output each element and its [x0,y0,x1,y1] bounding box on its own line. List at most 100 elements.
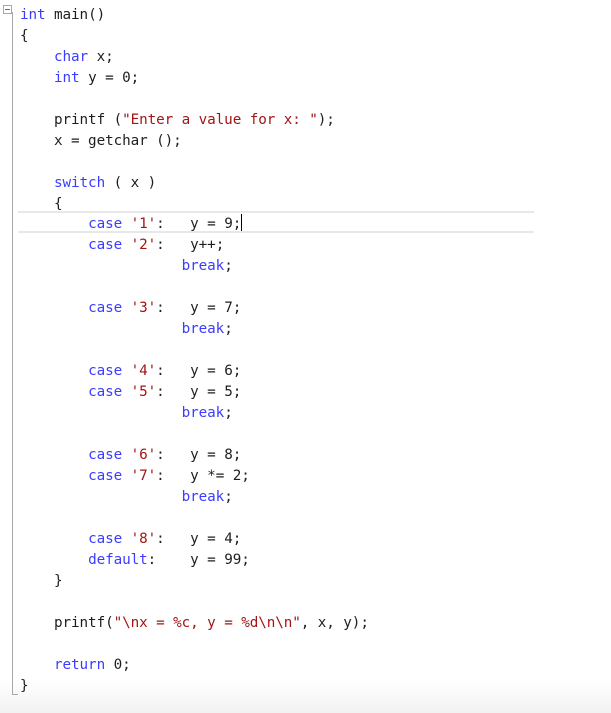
code-token: ; [224,489,233,505]
string-token: '7' [130,468,157,484]
code-token: ; [224,321,233,337]
code-line[interactable]: case '5': y = 5; [20,382,241,403]
code-line[interactable]: { [20,26,29,47]
code-line[interactable]: break; [20,403,233,424]
code-line[interactable]: break; [20,256,233,277]
keyword-token: case [88,384,123,400]
code-token: : y++; [156,237,225,253]
fold-guide-line [12,12,13,695]
code-line[interactable]: printf("\nx = %c, y = %d\n\n", x, y); [20,613,369,634]
code-line[interactable]: char x; [20,47,114,68]
string-token: '2' [130,237,157,253]
code-token: : y = 7; [156,300,242,316]
code-line[interactable]: case '7': y *= 2; [20,466,250,487]
code-token: : y = 9; [156,216,242,232]
code-editor[interactable]: int main(){ char x; int y = 0; printf ("… [0,0,611,713]
keyword-token: break [181,258,225,274]
code-line[interactable]: break; [20,319,233,340]
keyword-token: break [181,321,225,337]
code-token: 0; [105,657,131,673]
keyword-token: case [88,216,123,232]
code-token: x = getchar (); [20,133,182,149]
code-line[interactable]: case '2': y++; [20,235,224,256]
code-token: : y *= 2; [156,468,250,484]
code-token: : y = 8; [156,447,242,463]
keyword-token: switch [54,175,106,191]
string-token: '6' [130,447,157,463]
code-token: : y = 99; [147,552,250,568]
keyword-token: int [20,7,46,23]
code-token: main() [45,7,106,23]
string-token: '5' [130,384,157,400]
keyword-token: case [88,300,123,316]
code-line[interactable]: default: y = 99; [20,550,250,571]
code-line[interactable]: case '6': y = 8; [20,445,241,466]
code-token: x; [88,49,114,65]
text-caret [241,214,243,231]
code-token: y = 0; [79,70,140,86]
collapse-icon[interactable] [3,5,12,14]
keyword-token: case [88,363,123,379]
code-line[interactable]: case '4': y = 6; [20,361,241,382]
string-token: '1' [130,216,157,232]
code-line[interactable]: } [20,676,29,697]
code-line[interactable]: switch ( x ) [20,173,156,194]
keyword-token: int [54,70,80,86]
fold-guide-end [12,694,18,695]
code-line[interactable]: { [20,194,63,215]
code-token: { [20,28,29,44]
code-line[interactable]: case '3': y = 7; [20,298,241,319]
code-line[interactable]: case '1': y = 9; [20,214,243,235]
code-line[interactable]: break; [20,487,233,508]
code-token: ; [224,258,233,274]
code-line[interactable]: int main() [20,5,105,26]
code-line[interactable]: int y = 0; [20,68,139,89]
string-token: "\nx = %c, y = %d\n\n" [113,615,301,631]
keyword-token: case [88,237,123,253]
code-line[interactable]: } [20,571,63,592]
code-line[interactable]: return 0; [20,655,131,676]
code-token: } [20,573,63,589]
code-token: : y = 5; [156,384,242,400]
keyword-token: case [88,447,123,463]
code-token: printf ( [20,112,123,128]
code-line[interactable]: printf ("Enter a value for x: "); [20,110,335,131]
code-token: ; [224,405,233,421]
code-line[interactable]: x = getchar (); [20,131,182,152]
keyword-token: default [88,552,148,568]
string-token: "Enter a value for x: " [122,112,318,128]
string-token: '8' [130,531,157,547]
code-token: } [20,678,29,694]
keyword-token: case [88,531,123,547]
code-line[interactable]: case '8': y = 4; [20,529,241,550]
keyword-token: char [54,49,89,65]
code-token: : y = 6; [156,363,242,379]
keyword-token: break [181,489,225,505]
code-token: ( x ) [105,175,157,191]
code-token: printf( [20,615,114,631]
keyword-token: break [181,405,225,421]
string-token: '4' [130,363,157,379]
